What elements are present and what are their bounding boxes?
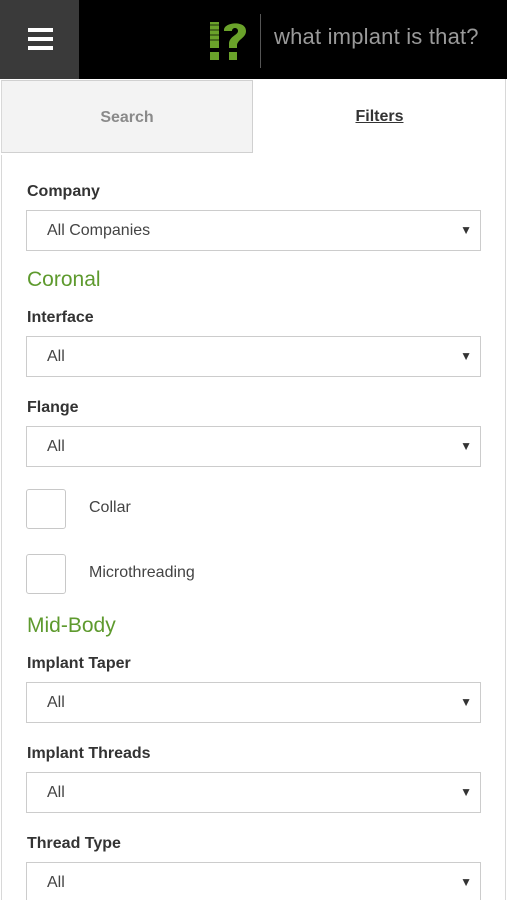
company-select-value: All Companies (47, 222, 151, 239)
caret-down-icon: ▼ (460, 439, 472, 453)
logo-text: what implant is that? (274, 24, 479, 49)
implant-threads-label: Implant Threads (27, 745, 151, 762)
company-select[interactable]: All Companies ▼ (26, 210, 481, 251)
panel-border-left (1, 155, 2, 900)
implant-taper-select[interactable]: All ▼ (26, 682, 481, 723)
midbody-heading: Mid-Body (27, 614, 116, 637)
menu-button[interactable] (0, 0, 79, 79)
thread-type-label: Thread Type (27, 835, 121, 852)
company-label: Company (27, 183, 100, 200)
caret-down-icon: ▼ (460, 695, 472, 709)
thread-type-select[interactable]: All ▼ (26, 862, 481, 900)
interface-select-value: All (47, 348, 65, 365)
logo-divider (260, 14, 261, 68)
implant-taper-label: Implant Taper (27, 655, 131, 672)
microthreading-checkbox[interactable] (26, 554, 66, 594)
implant-taper-select-value: All (47, 694, 65, 711)
tab-search[interactable]: Search (1, 80, 253, 153)
interface-select[interactable]: All ▼ (26, 336, 481, 377)
thread-type-select-value: All (47, 874, 65, 891)
flange-select-value: All (47, 438, 65, 455)
page: what implant is that? Search Filters Com… (0, 0, 507, 900)
panel-border-right (505, 79, 506, 900)
flange-select[interactable]: All ▼ (26, 426, 481, 467)
logo[interactable]: what implant is that? (208, 14, 503, 68)
tab-filters-label: Filters (355, 108, 404, 125)
caret-down-icon: ▼ (460, 223, 472, 237)
microthreading-label: Microthreading (89, 564, 195, 581)
caret-down-icon: ▼ (460, 349, 472, 363)
implant-threads-select-value: All (47, 784, 65, 801)
caret-down-icon: ▼ (460, 875, 472, 889)
coronal-heading: Coronal (27, 268, 101, 291)
logo-mark-icon (210, 22, 246, 60)
implant-threads-select[interactable]: All ▼ (26, 772, 481, 813)
collar-label: Collar (89, 499, 131, 516)
tab-bar: Search Filters (0, 79, 507, 155)
interface-label: Interface (27, 309, 94, 326)
caret-down-icon: ▼ (460, 785, 472, 799)
tab-search-label: Search (100, 109, 154, 126)
app-header: what implant is that? (0, 0, 507, 79)
collar-checkbox[interactable] (26, 489, 66, 529)
flange-label: Flange (27, 399, 79, 416)
tab-filters[interactable]: Filters (253, 80, 506, 155)
